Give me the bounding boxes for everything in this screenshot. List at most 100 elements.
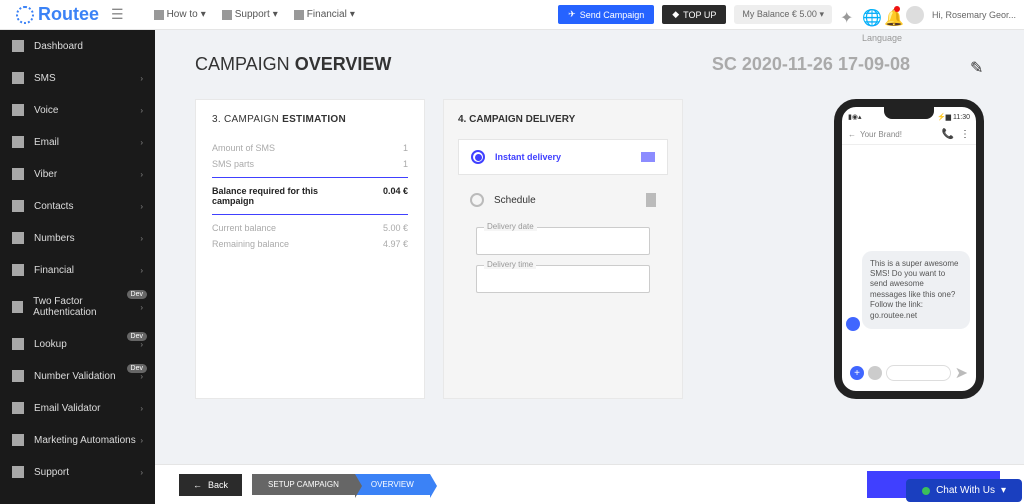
menu-dots-icon: ⋮ xyxy=(960,129,970,140)
sidebar-icon xyxy=(12,264,24,276)
sidebar-item-sms[interactable]: SMS› xyxy=(0,62,155,94)
menu-toggle-icon[interactable]: ☰ xyxy=(111,6,124,23)
chevron-down-icon: ▾ xyxy=(350,9,355,20)
est-value: 5.00 € xyxy=(383,223,408,233)
sidebar-item-number-validation[interactable]: Number Validation›Dev xyxy=(0,360,155,392)
logo[interactable]: Routee xyxy=(16,4,99,25)
sms-bubble: This is a super awesome SMS! Do you want… xyxy=(862,251,970,329)
nav-support[interactable]: Support▾ xyxy=(222,9,278,20)
nav-label: How to xyxy=(167,9,198,20)
back-button[interactable]: ←Back xyxy=(179,474,242,496)
phone-input-field xyxy=(886,365,951,381)
radio-schedule[interactable] xyxy=(470,193,484,207)
delivery-date-input[interactable] xyxy=(476,227,650,255)
sidebar-label: Dashboard xyxy=(34,41,83,52)
send-campaign-button[interactable]: ✈ Send Campaign xyxy=(558,5,654,24)
chevron-right-icon: › xyxy=(140,436,143,445)
notification-dot xyxy=(894,6,900,12)
phone-notch xyxy=(884,107,934,119)
nav-financial[interactable]: Financial▾ xyxy=(294,9,355,20)
campaign-name: SC 2020-11-26 17-09-08 xyxy=(712,54,910,75)
sidebar-item-voice[interactable]: Voice› xyxy=(0,94,155,126)
sidebar-icon xyxy=(12,301,23,313)
sidebar-item-viber[interactable]: Viber › xyxy=(0,158,155,190)
step-overview[interactable]: OVERVIEW xyxy=(355,474,430,495)
send-arrow-icon: ➤ xyxy=(955,363,968,383)
sidebar-icon xyxy=(12,466,24,478)
chevron-right-icon: › xyxy=(140,170,143,179)
back-label: Back xyxy=(208,480,228,490)
sidebar-icon xyxy=(12,40,24,52)
schedule-option[interactable]: Schedule xyxy=(458,193,668,217)
chat-label: Chat With Us xyxy=(936,485,995,496)
sidebar-label: Viber xyxy=(34,169,57,180)
schedule-icon xyxy=(646,193,656,207)
balance-value: € 5.00 xyxy=(792,9,817,19)
page-title: CAMPAIGN OVERVIEW xyxy=(195,54,391,75)
sidebar-icon xyxy=(12,338,24,350)
financial-icon xyxy=(294,10,304,20)
paper-plane-icon: ✈ xyxy=(568,9,576,20)
chat-widget[interactable]: Chat With Us ▾ xyxy=(906,479,1022,502)
sidebar-item-numbers[interactable]: Numbers› xyxy=(0,222,155,254)
topup-icon: ◆ xyxy=(672,9,679,20)
estimation-heading: 3. CAMPAIGN ESTIMATION xyxy=(212,114,408,125)
instant-delivery-option[interactable]: Instant delivery xyxy=(458,139,668,175)
sidebar-item-lookup[interactable]: Lookup›Dev xyxy=(0,328,155,360)
radio-instant[interactable] xyxy=(471,150,485,164)
sidebar-icon xyxy=(12,200,24,212)
support-icon xyxy=(222,10,232,20)
chevron-right-icon: › xyxy=(140,74,143,83)
delivery-time-input[interactable] xyxy=(476,265,650,293)
dev-badge: Dev xyxy=(127,364,147,373)
compass-icon[interactable]: ✦ xyxy=(840,8,854,22)
sidebar-item-two-factor-authentication[interactable]: Two Factor Authentication›Dev xyxy=(0,286,155,328)
chevron-down-icon: ▾ xyxy=(1001,485,1006,496)
instant-label: Instant delivery xyxy=(495,152,561,162)
avatar[interactable] xyxy=(906,6,924,24)
chevron-right-icon: › xyxy=(140,468,143,477)
step-setup[interactable]: SETUP CAMPAIGN xyxy=(252,474,355,495)
sidebar-item-email[interactable]: Email› xyxy=(0,126,155,158)
sidebar-icon xyxy=(12,232,24,244)
dev-badge: Dev xyxy=(127,332,147,341)
time-label: Delivery time xyxy=(484,260,536,269)
sidebar-label: Lookup xyxy=(34,339,67,350)
sidebar-item-financial[interactable]: Financial› xyxy=(0,254,155,286)
est-value: 1 xyxy=(403,143,408,153)
chevron-right-icon: › xyxy=(140,266,143,275)
delivery-heading: 4. CAMPAIGN DELIVERY xyxy=(458,114,668,125)
balance-label: My Balance xyxy=(742,9,789,19)
language-selector[interactable]: 🌐 Language xyxy=(862,8,876,22)
notifications-icon[interactable]: 🔔 xyxy=(884,8,898,22)
chevron-right-icon: › xyxy=(140,404,143,413)
sidebar-item-support[interactable]: Support› xyxy=(0,456,155,488)
topup-button[interactable]: ◆ TOP UP xyxy=(662,5,726,24)
schedule-label: Schedule xyxy=(494,195,536,206)
sidebar-item-contacts[interactable]: Contacts› xyxy=(0,190,155,222)
est-label: Amount of SMS xyxy=(212,143,275,153)
language-label: Language xyxy=(862,33,902,43)
logo-mark-icon xyxy=(16,6,34,24)
estimation-card: 3. CAMPAIGN ESTIMATION Amount of SMS1 SM… xyxy=(195,99,425,399)
phone-preview: ▮◉▴⚡▆ 11:30 ← Your Brand! 📞⋮ This is a s… xyxy=(834,99,984,399)
est-value: 4.97 € xyxy=(383,239,408,249)
edit-icon[interactable]: ✎ xyxy=(970,58,984,72)
sidebar-label: Email Validator xyxy=(34,403,101,414)
phone-brand: Your Brand! xyxy=(860,130,902,139)
signal-icon: ▮◉▴ xyxy=(848,113,861,121)
brand-name: Routee xyxy=(38,4,99,25)
sidebar-item-marketing-automations[interactable]: Marketing Automations› xyxy=(0,424,155,456)
btn-label: Send Campaign xyxy=(580,10,645,20)
instant-icon xyxy=(641,152,655,162)
delivery-card: 4. CAMPAIGN DELIVERY Instant delivery Sc… xyxy=(443,99,683,399)
nav-howto[interactable]: How to▾ xyxy=(154,9,206,20)
sidebar-item-dashboard[interactable]: Dashboard xyxy=(0,30,155,62)
user-greeting: Hi, Rosemary Geor... xyxy=(932,10,1016,20)
sidebar-item-email-validator[interactable]: Email Validator › xyxy=(0,392,155,424)
sidebar-icon xyxy=(12,104,24,116)
plus-icon: + xyxy=(850,366,864,380)
btn-label: TOP UP xyxy=(683,10,716,20)
balance-display[interactable]: My Balance € 5.00 ▾ xyxy=(734,5,832,24)
sidebar-icon xyxy=(12,434,24,446)
